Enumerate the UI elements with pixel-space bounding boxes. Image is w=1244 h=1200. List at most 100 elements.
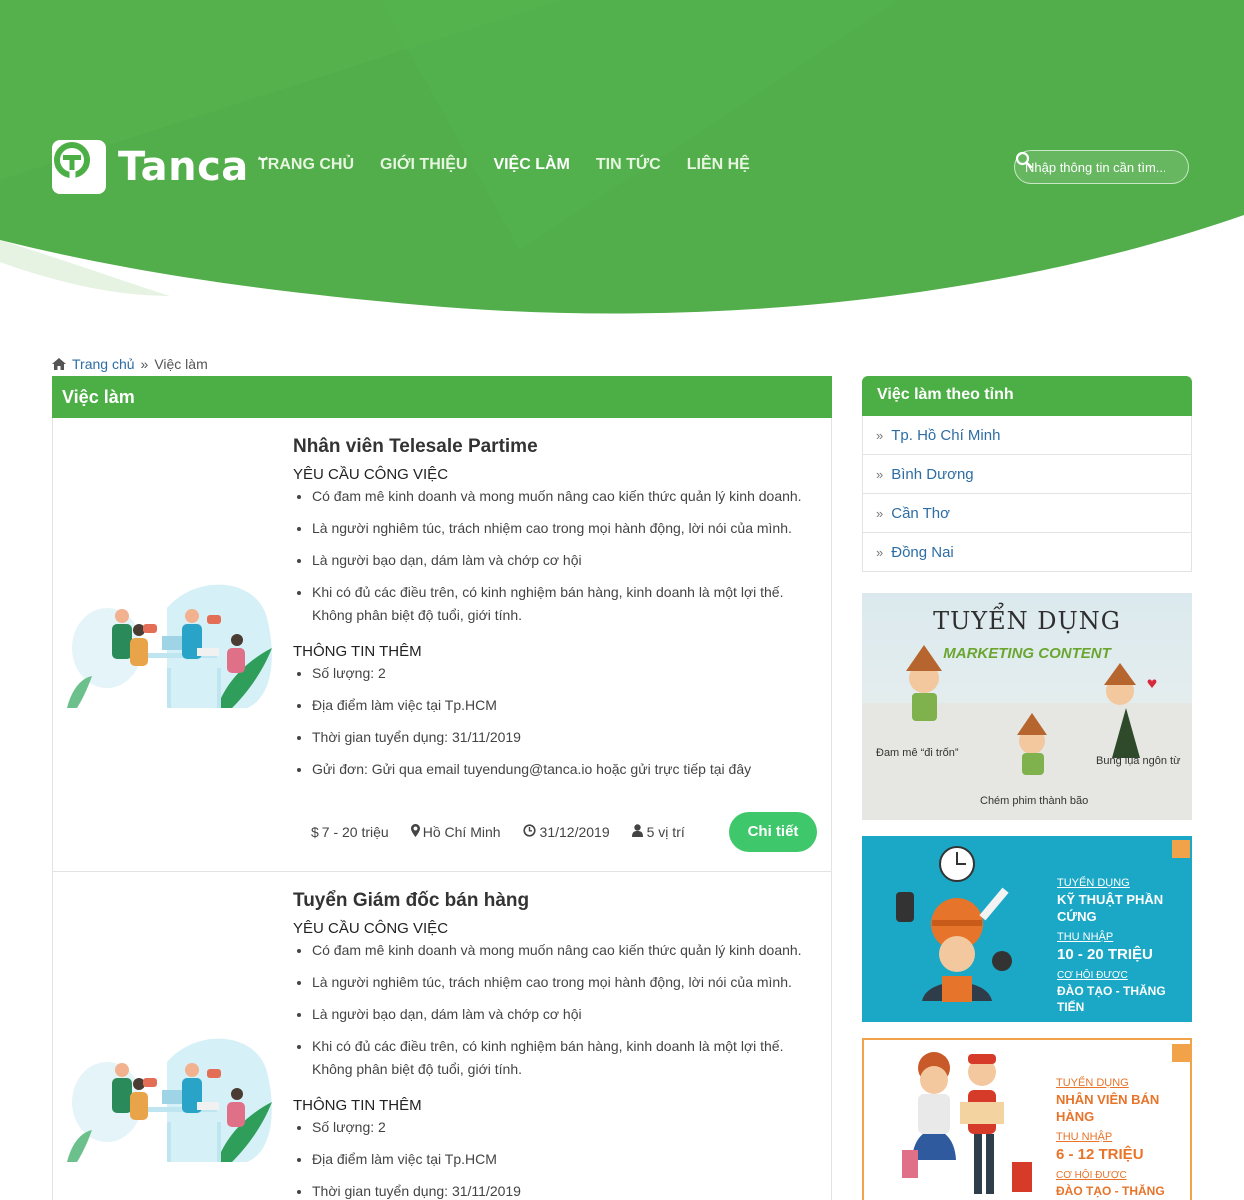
banner-hardware[interactable]: TUYỂN DỤNG KỸ THUẬT PHẦN CỨNG THU NHẬP 1… <box>862 836 1192 1022</box>
tanca-logo-icon <box>52 140 106 194</box>
more-info-heading: THÔNG TIN THÊM <box>293 643 422 660</box>
salary: $7 - 20 triệu <box>311 824 389 840</box>
home-icon <box>52 358 66 370</box>
banner-line: 10 - 20 TRIỆU <box>1057 945 1153 963</box>
list-item: Thời gian tuyển dụng: 31/11/2019 <box>312 726 823 749</box>
job-body: Tuyển Giám đốc bán hàng YÊU CẦU CÔNG VIỆ… <box>293 890 823 1200</box>
province-label: Cần Thơ <box>891 504 950 522</box>
banner-line: CƠ HỘI ĐƯỢC <box>1057 970 1128 982</box>
list-item: Gửi đơn: Gửi qua email tuyendung@tanca.i… <box>312 758 823 781</box>
banner-line: KỸ THUẬT PHẦN CỨNG <box>1057 891 1164 925</box>
sidebar-item-dong-nai[interactable]: » Đồng Nai <box>862 533 1192 572</box>
double-chevron-right-icon: » <box>876 544 884 560</box>
nav-jobs-label: VIỆC LÀM <box>493 156 570 173</box>
search-icon[interactable] <box>1015 151 1033 169</box>
banner-line: ĐÀO TẠO - THĂNG TIẾN <box>1057 983 1166 1014</box>
job-illustration <box>67 578 283 710</box>
search-box <box>1014 150 1189 184</box>
job-meta: $7 - 20 triệu Hồ Chí Minh 31/12/2019 5 v… <box>311 824 685 840</box>
logo[interactable]: Tanca <box>52 140 249 194</box>
nav-home[interactable]: TRANG CHỦ <box>258 156 354 174</box>
more-info-list: Số lượng: 2 Địa điểm làm việc tại Tp.HCM… <box>293 662 823 781</box>
more-info-list: Số lượng: 2 Địa điểm làm việc tại Tp.HCM… <box>293 1116 823 1200</box>
location: Hồ Chí Minh <box>410 824 501 840</box>
banner-line: THU NHẬP <box>1057 930 1114 943</box>
deadline-value: 31/12/2019 <box>539 824 610 840</box>
banner-subtitle: MARKETING CONTENT <box>943 645 1111 662</box>
banner-sales[interactable]: TUYỂN DỤNG NHÂN VIÊN BÁN HÀNG THU NHẬP 6… <box>862 1038 1192 1200</box>
list-item: Là người bạo dạn, dám làm và chớp cơ hội <box>312 1003 823 1026</box>
list-item: Là người nghiêm túc, trách nhiệm cao tro… <box>312 517 823 540</box>
list-item: Địa điểm làm việc tại Tp.HCM <box>312 694 823 717</box>
brand-name: Tanca <box>118 144 249 190</box>
province-label: Đồng Nai <box>891 543 954 561</box>
banner-line: CƠ HỘI ĐƯỢC <box>1056 1170 1127 1182</box>
job-title[interactable]: Tuyển Giám đốc bán hàng <box>293 890 823 912</box>
list-item: Số lượng: 2 <box>312 1116 823 1139</box>
search-input[interactable] <box>1025 159 1165 175</box>
job-card: Tuyển Giám đốc bán hàng YÊU CẦU CÔNG VIỆ… <box>52 872 832 1200</box>
job-title[interactable]: Nhân viên Telesale Partime <box>293 436 823 458</box>
requirements-heading: YÊU CẦU CÔNG VIỆC <box>293 920 449 937</box>
chevron-down-icon <box>258 156 268 163</box>
positions: 5 vị trí <box>631 824 685 840</box>
breadcrumb: Trang chủ » Việc làm <box>52 356 208 372</box>
list-item: Địa điểm làm việc tại Tp.HCM <box>312 1148 823 1171</box>
banner-line: THU NHẬP <box>1056 1130 1113 1143</box>
requirements-heading: YÊU CẦU CÔNG VIỆC <box>293 466 449 483</box>
banner-marketing[interactable]: TUYỂN DỤNG MARKETING CONTENT Đam mê “đi … <box>862 593 1192 820</box>
salary-value: 7 - 20 triệu <box>321 824 389 840</box>
banner-title: TUYỂN DỤNG <box>933 607 1121 635</box>
province-label: Bình Dương <box>891 465 974 483</box>
user-icon <box>631 824 643 837</box>
breadcrumb-separator: » <box>140 356 149 372</box>
job-list: Việc làm Nhân viên Telesale Partime YÊU … <box>52 376 832 1200</box>
dollar-icon: $ <box>311 824 319 840</box>
banner-line: ĐÀO TẠO - THĂNG TIẾN <box>1056 1183 1165 1200</box>
list-item: Có đam mê kinh doanh và mong muốn nâng c… <box>312 485 823 508</box>
nav-about[interactable]: GIỚI THIỆU <box>380 156 467 174</box>
sidebar-item-binh-duong[interactable]: » Bình Dương <box>862 455 1192 494</box>
header: Tanca TRANG CHỦ GIỚI THIỆU VIỆC LÀM TIN … <box>0 0 1244 320</box>
nav-contact[interactable]: LIÊN HỆ <box>687 156 750 174</box>
banner-line: 6 - 12 TRIỆU <box>1056 1145 1144 1163</box>
job-card: Nhân viên Telesale Partime YÊU CẦU CÔNG … <box>52 418 832 872</box>
breadcrumb-current: Việc làm <box>154 356 208 372</box>
deadline: 31/12/2019 <box>522 824 610 840</box>
job-list-title: Việc làm <box>52 376 832 418</box>
nav-jobs[interactable]: VIỆC LÀM <box>258 156 570 174</box>
positions-value: 5 vị trí <box>646 824 685 840</box>
map-marker-icon <box>410 824 420 837</box>
sidebar-item-hcm[interactable]: » Tp. Hồ Chí Minh <box>862 416 1192 455</box>
double-chevron-right-icon: » <box>876 427 884 443</box>
more-info-heading: THÔNG TIN THÊM <box>293 1097 422 1114</box>
sidebar: Việc làm theo tỉnh » Tp. Hồ Chí Minh » Bìn… <box>862 376 1192 1200</box>
list-item: Là người bạo dạn, dám làm và chớp cơ hội <box>312 549 823 572</box>
banner-caption: Đam mê “đi trốn” <box>876 747 959 759</box>
double-chevron-right-icon: » <box>876 505 884 521</box>
double-chevron-right-icon: » <box>876 466 884 482</box>
clock-icon <box>522 824 536 837</box>
main-nav: TRANG CHỦ GIỚI THIỆU VIỆC LÀM TIN TỨC LI… <box>258 156 750 174</box>
job-body: Nhân viên Telesale Partime YÊU CẦU CÔNG … <box>293 436 823 790</box>
list-item: Khi có đủ các điều trên, có kinh nghiệm … <box>312 581 823 627</box>
banner-hardware-text: TUYỂN DỤNG KỸ THUẬT PHẦN CỨNG THU NHẬP 1… <box>1057 876 1192 1015</box>
requirements-list: Có đam mê kinh doanh và mong muốn nâng c… <box>293 939 823 1081</box>
sidebar-item-can-tho[interactable]: » Cần Thơ <box>862 494 1192 533</box>
requirements-list: Có đam mê kinh doanh và mong muốn nâng c… <box>293 485 823 627</box>
banner-caption: Chém phim thành bão <box>980 795 1089 807</box>
list-item: Có đam mê kinh doanh và mong muốn nâng c… <box>312 939 823 962</box>
banner-sales-text: TUYỂN DỤNG NHÂN VIÊN BÁN HÀNG THU NHẬP 6… <box>1056 1076 1190 1200</box>
list-item: Là người nghiêm túc, trách nhiệm cao tro… <box>312 971 823 994</box>
breadcrumb-home-link[interactable]: Trang chủ <box>72 356 135 372</box>
location-value: Hồ Chí Minh <box>422 824 501 840</box>
banner-caption: Bung lụa ngôn từ <box>1096 755 1181 767</box>
list-item: Thời gian tuyển dụng: 31/11/2019 <box>312 1180 823 1200</box>
banner-line: TUYỂN DỤNG <box>1056 1077 1129 1089</box>
detail-button[interactable]: Chi tiết <box>729 812 817 852</box>
province-label: Tp. Hồ Chí Minh <box>891 426 1001 444</box>
nav-news[interactable]: TIN TỨC <box>596 156 661 174</box>
job-illustration <box>67 1032 283 1164</box>
list-item: Khi có đủ các điều trên, có kinh nghiệm … <box>312 1035 823 1081</box>
banner-line: TUYỂN DỤNG <box>1057 877 1130 889</box>
